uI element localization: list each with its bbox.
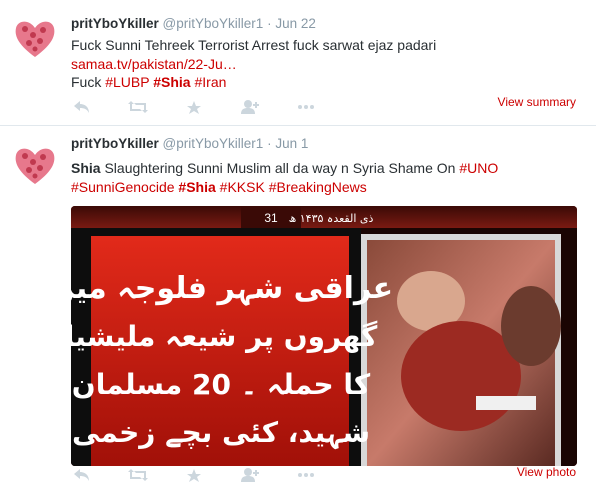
tweet-hashtags-line: #SunniGenocide #Shia #KKSK #BreakingNews xyxy=(71,178,367,196)
photo-date-number: 31 xyxy=(264,211,278,225)
hashtag-kksk[interactable]: #KKSK xyxy=(220,179,265,195)
svg-text:ذی القعدہ ۱۴۳۵ ھ: ذی القعدہ ۱۴۳۵ ھ xyxy=(289,212,374,225)
tweet-actions xyxy=(71,99,351,115)
urdu-line-2: گھروں پر شیعہ ملیشیا xyxy=(71,320,378,353)
tweet-header: pritYboYkiller @pritYboYkiller1 · Jun 22 xyxy=(71,16,316,31)
tweet-text: Shia Slaughtering Sunni Muslim all da wa… xyxy=(71,159,498,177)
reply-icon[interactable] xyxy=(71,99,93,115)
more-icon[interactable] xyxy=(295,467,317,483)
view-summary-link[interactable]: View summary xyxy=(498,95,576,109)
retweet-icon[interactable] xyxy=(127,467,149,483)
more-icon[interactable] xyxy=(295,99,317,115)
tweet-2[interactable]: pritYboYkiller @pritYboYkiller1 · Jun 1 … xyxy=(0,126,596,493)
user-name[interactable]: pritYboYkiller xyxy=(71,16,159,31)
tweet-time[interactable]: Jun 1 xyxy=(275,136,308,151)
tweet-photo[interactable]: 31 ذی القعدہ ۱۴۳۵ ھ عراقی شہر فلوجہ میں … xyxy=(71,206,577,466)
tweet-header: pritYboYkiller @pritYboYkiller1 · Jun 1 xyxy=(71,136,308,151)
hashtag-lubp[interactable]: #LUBP xyxy=(105,74,149,90)
avatar[interactable] xyxy=(10,140,60,190)
article-link[interactable]: samaa.tv/pakistan/22-Ju… xyxy=(71,56,237,72)
tweet-actions xyxy=(71,467,351,483)
tweet-hashtags-line: Fuck #LUBP #Shia #Iran xyxy=(71,73,226,91)
hashtag-iran[interactable]: #Iran xyxy=(194,74,226,90)
tweet-link-line: samaa.tv/pakistan/22-Ju… xyxy=(71,55,237,73)
hashtag-uno[interactable]: #UNO xyxy=(459,160,498,176)
favorite-icon[interactable] xyxy=(183,467,205,483)
hashtag-shia[interactable]: #Shia xyxy=(153,74,190,90)
favorite-icon[interactable] xyxy=(183,99,205,115)
reply-icon[interactable] xyxy=(71,467,93,483)
tweet-text-body: Slaughtering Sunni Muslim all da way n S… xyxy=(100,160,460,176)
urdu-line-1: عراقی شہر فلوجہ میں xyxy=(71,271,393,306)
follow-icon[interactable] xyxy=(239,467,261,483)
tweet-1[interactable]: pritYboYkiller @pritYboYkiller1 · Jun 22… xyxy=(0,0,596,126)
retweet-icon[interactable] xyxy=(127,99,149,115)
tweet-time[interactable]: Jun 22 xyxy=(275,16,316,31)
user-handle[interactable]: @pritYboYkiller1 xyxy=(163,136,264,151)
user-name[interactable]: pritYboYkiller xyxy=(71,136,159,151)
urdu-line-3: کا حملہ ۔ 20 مسلمان xyxy=(72,368,371,401)
tweet-text: Fuck Sunni Tehreek Terrorist Arrest fuck… xyxy=(71,37,437,53)
text-prefix: Fuck xyxy=(71,74,106,90)
hashtag-sunnigenocide[interactable]: #SunniGenocide xyxy=(71,179,175,195)
hashtag-shia[interactable]: #Shia xyxy=(178,179,215,195)
hashtag-breakingnews[interactable]: #BreakingNews xyxy=(269,179,367,195)
follow-icon[interactable] xyxy=(239,99,261,115)
avatar[interactable] xyxy=(10,13,60,63)
separator-dot: · xyxy=(267,16,272,31)
urdu-line-4: شہید، کئی بچے زخمی xyxy=(72,416,370,450)
view-photo-link[interactable]: View photo xyxy=(517,465,576,479)
bold-shia-word: Shia xyxy=(71,160,101,176)
user-handle[interactable]: @pritYboYkiller1 xyxy=(163,16,264,31)
separator-dot: · xyxy=(267,136,272,151)
